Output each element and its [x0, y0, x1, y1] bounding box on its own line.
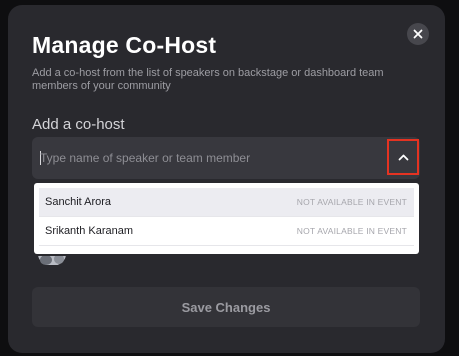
- avatar: [34, 254, 71, 265]
- chevron-up-icon: [398, 154, 408, 160]
- cohost-search-input[interactable]: [32, 137, 382, 179]
- close-icon: [413, 29, 423, 39]
- add-cohost-label: Add a co-host: [32, 116, 125, 133]
- dropdown-toggle-button[interactable]: [387, 139, 419, 175]
- modal-subtitle: Add a co-host from the list of speakers …: [32, 67, 384, 92]
- save-changes-button[interactable]: Save Changes: [32, 287, 420, 327]
- cohost-search-field: [32, 137, 420, 179]
- close-button[interactable]: [407, 23, 429, 45]
- list-item[interactable]: Sanchit Arora NOT AVAILABLE IN EVENT: [39, 188, 414, 217]
- option-name: Sanchit Arora: [45, 196, 112, 208]
- option-status: NOT AVAILABLE IN EVENT: [296, 226, 407, 236]
- option-status: NOT AVAILABLE IN EVENT: [296, 197, 407, 207]
- option-name: Srikanth Karanam: [45, 225, 134, 237]
- list-item[interactable]: Srikanth Karanam NOT AVAILABLE IN EVENT: [39, 217, 414, 246]
- cohost-options-list: Sanchit Arora NOT AVAILABLE IN EVENT Sri…: [34, 183, 419, 254]
- manage-cohost-modal: Manage Co-Host Add a co-host from the li…: [8, 5, 445, 353]
- modal-title: Manage Co-Host: [32, 32, 217, 58]
